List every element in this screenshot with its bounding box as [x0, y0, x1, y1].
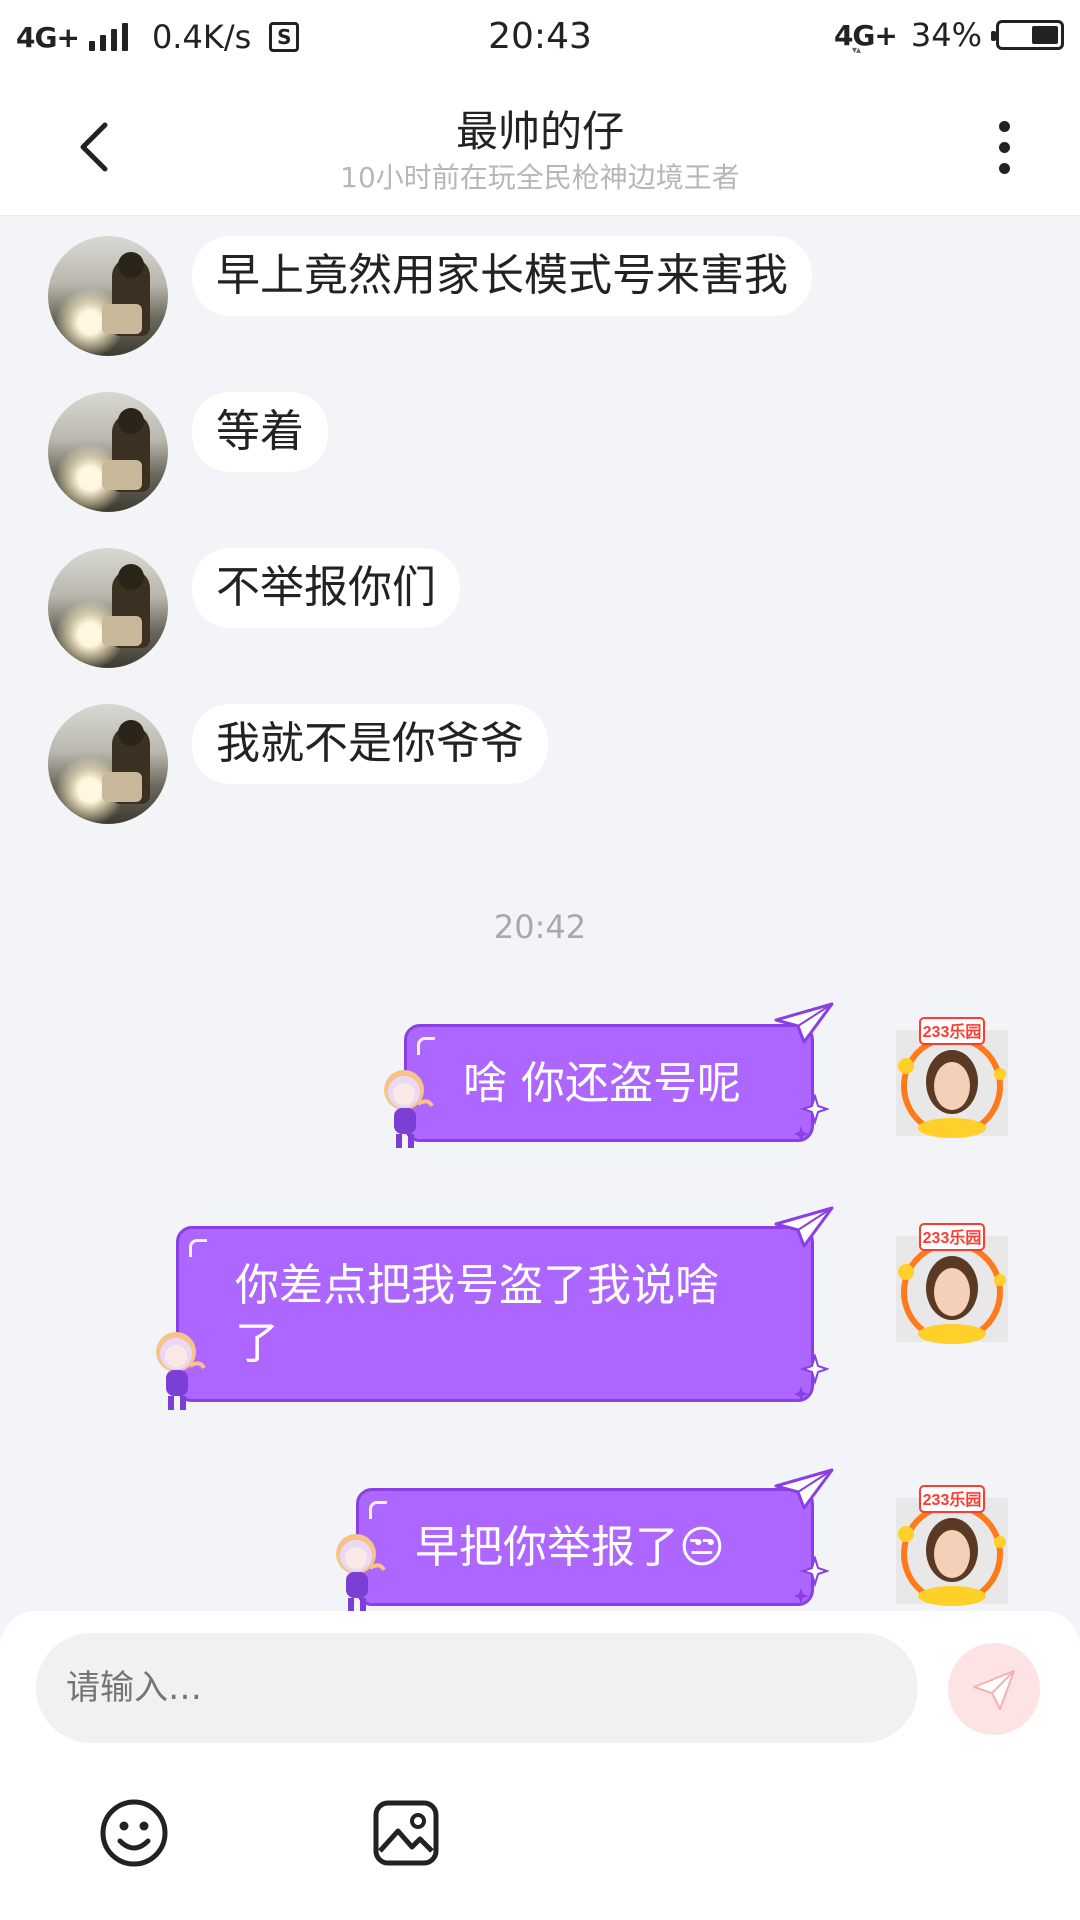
send-plane-icon	[973, 1670, 1015, 1710]
message-input[interactable]	[36, 1633, 918, 1743]
emoji-button[interactable]	[98, 1797, 170, 1869]
sparkle-icon	[795, 1094, 829, 1142]
paper-plane-decoration-icon	[774, 1002, 834, 1044]
network-type-right: 4G+	[834, 19, 898, 56]
avatar-badge-label: 233乐园	[923, 1023, 982, 1041]
sparkle-icon	[795, 1556, 829, 1604]
incoming-message: 早上竟然用家长模式号来害我	[48, 236, 812, 356]
avatar-badge-label: 233乐园	[923, 1491, 982, 1509]
contact-avatar[interactable]	[48, 236, 168, 356]
paper-plane-decoration-icon	[774, 1206, 834, 1248]
emoji-face-icon	[100, 1799, 168, 1867]
status-bar: 4G+ 0.4K/s S 20:43 4G+ 34%	[0, 0, 1080, 78]
outgoing-text: 早把你举报了😒	[415, 1522, 725, 1573]
outgoing-message: 早把你举报了😒 233乐园	[0, 216, 1080, 1611]
more-vertical-icon	[998, 120, 1010, 132]
incoming-bubble[interactable]: 早上竟然用家长模式号来害我	[192, 236, 812, 316]
mascot-girl-icon	[156, 1332, 206, 1410]
paper-plane-decoration-icon	[774, 1468, 834, 1510]
contact-avatar[interactable]	[48, 392, 168, 512]
user-avatar[interactable]: 233乐园	[892, 1016, 1012, 1140]
avatar-badge-label: 233乐园	[923, 1229, 982, 1247]
send-button[interactable]	[948, 1643, 1040, 1735]
incoming-bubble[interactable]: 我就不是你爷爷	[192, 704, 548, 784]
status-right: 4G+ 34%	[834, 16, 1064, 56]
incoming-bubble[interactable]: 等着	[192, 392, 328, 472]
contact-avatar[interactable]	[48, 704, 168, 824]
image-picture-icon	[373, 1800, 439, 1866]
outgoing-text-line1: 你差点把我号盗了我说啥	[235, 1260, 719, 1311]
outgoing-text-line2: 了	[235, 1318, 279, 1369]
message-list[interactable]: 早上竟然用家长模式号来害我 等着 不举报你们 我就不是你爷爷 20:42 啥 你…	[0, 216, 1080, 1611]
user-avatar[interactable]: 233乐园	[892, 1222, 1012, 1346]
mascot-girl-icon	[384, 1070, 434, 1148]
incoming-message: 不举报你们	[48, 548, 460, 668]
sparkle-icon	[795, 1354, 829, 1402]
chat-title: 最帅的仔	[455, 107, 624, 156]
image-button[interactable]	[370, 1797, 442, 1869]
composer	[0, 1611, 1080, 1920]
chat-header: 最帅的仔 10小时前在玩全民枪神边境王者	[0, 78, 1080, 216]
incoming-message: 等着	[48, 392, 328, 512]
outgoing-bubble[interactable]: 你差点把我号盗了我说啥 了	[176, 1226, 814, 1402]
incoming-bubble[interactable]: 不举报你们	[192, 548, 460, 628]
outgoing-bubble[interactable]: 早把你举报了😒	[356, 1488, 814, 1606]
contact-avatar[interactable]	[48, 548, 168, 668]
outgoing-text: 啥 你还盗号呢	[463, 1058, 741, 1109]
message-timestamp: 20:42	[493, 908, 587, 946]
battery-icon	[991, 20, 1064, 50]
outgoing-bubble[interactable]: 啥 你还盗号呢	[404, 1024, 814, 1142]
battery-percent: 34%	[910, 16, 982, 54]
user-avatar[interactable]: 233乐园	[892, 1484, 1012, 1608]
mascot-girl-icon	[336, 1534, 386, 1611]
incoming-message: 我就不是你爷爷	[48, 704, 548, 824]
chat-subtitle: 10小时前在玩全民枪神边境王者	[340, 161, 740, 194]
more-options-button[interactable]	[984, 112, 1024, 182]
